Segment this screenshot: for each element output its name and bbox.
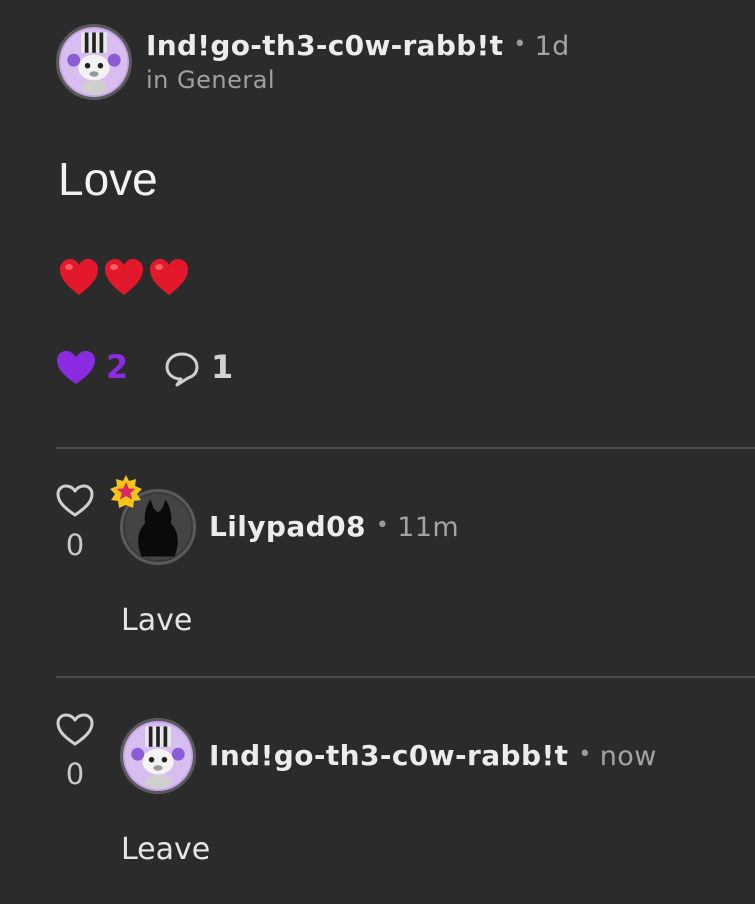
comments-button[interactable]: 1 (164, 348, 244, 388)
comment-vote-count: 0 (65, 528, 85, 562)
red-heart-icon (105, 259, 143, 295)
post-detail: Ind!go-th3-c0w-rabb!t • 1d in General Love… (0, 0, 755, 904)
comment-author-line: Lilypad08 • 11m (209, 510, 459, 543)
author-avatar[interactable] (56, 24, 132, 100)
speech-bubble-icon (165, 352, 199, 387)
commenter-avatar[interactable] (120, 718, 196, 794)
post-timestamp: 1d (534, 31, 570, 62)
comment-count: 1 (211, 348, 234, 386)
post-body-emoji (58, 257, 193, 299)
comment-author-name[interactable]: Ind!go-th3-c0w-rabb!t (209, 739, 568, 772)
post-author-line: Ind!go-th3-c0w-rabb!t • 1d (146, 29, 570, 62)
star-badge-icon (107, 473, 145, 511)
heart-outline-icon[interactable] (56, 713, 94, 747)
comment-timestamp: 11m (397, 512, 460, 543)
comment-body: Leave (121, 832, 211, 867)
comment-author-name[interactable]: Lilypad08 (209, 510, 366, 543)
red-heart-icon (150, 259, 188, 295)
heart-outline-icon[interactable] (56, 484, 94, 518)
comment-vote-count: 0 (65, 757, 85, 791)
comment-author-line: Ind!go-th3-c0w-rabb!t • now (209, 739, 657, 772)
divider (56, 447, 755, 449)
comment-body: Lave (121, 603, 193, 638)
meta-separator: • (513, 32, 527, 57)
comment-vote: 0 (54, 484, 98, 564)
post-author-name[interactable]: Ind!go-th3-c0w-rabb!t (146, 29, 503, 62)
divider (56, 676, 755, 678)
meta-separator: • (375, 513, 390, 538)
comment-vote: 0 (54, 713, 98, 793)
post-community[interactable]: in General (146, 66, 275, 94)
meta-separator: • (578, 742, 592, 767)
comment-timestamp: now (599, 741, 657, 772)
like-button[interactable]: 2 (56, 348, 136, 388)
filled-heart-icon (57, 351, 95, 384)
post-title: Love (58, 153, 158, 205)
like-count: 2 (106, 348, 129, 386)
red-heart-icon (60, 259, 98, 295)
